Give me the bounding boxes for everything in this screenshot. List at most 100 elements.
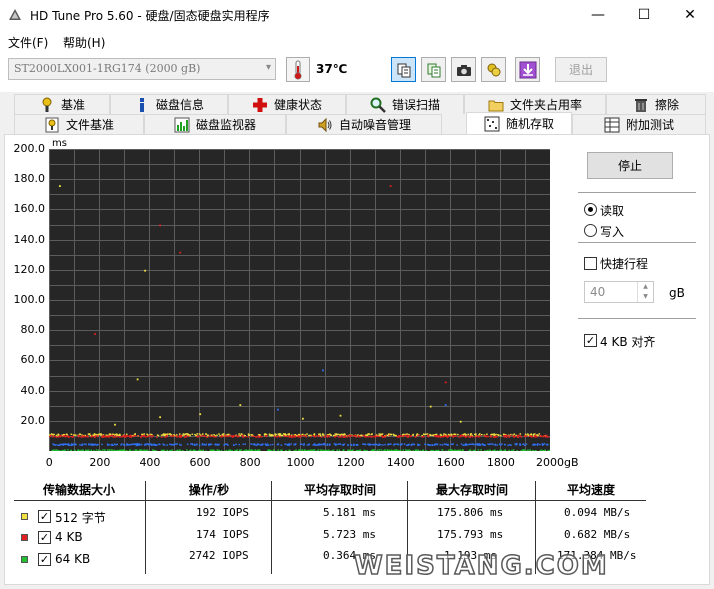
menu-help[interactable]: 帮助(H) xyxy=(63,34,105,51)
data-point xyxy=(258,449,261,451)
data-point xyxy=(472,449,475,451)
data-point xyxy=(240,449,242,451)
data-point xyxy=(301,443,303,445)
screenshot-button[interactable] xyxy=(451,57,476,82)
tab-file-benchmark[interactable]: 文件基准 xyxy=(14,114,144,134)
data-point xyxy=(490,435,492,438)
data-point xyxy=(407,435,410,438)
copy-text-button[interactable] xyxy=(421,57,446,82)
data-point xyxy=(176,434,178,436)
data-point xyxy=(78,435,80,437)
monitor-chart-icon xyxy=(174,117,190,132)
data-point xyxy=(234,449,236,451)
options-button[interactable] xyxy=(481,57,506,82)
data-point xyxy=(162,434,164,436)
data-point xyxy=(272,449,275,451)
data-point xyxy=(547,436,549,438)
tab-label: 自动噪音管理 xyxy=(338,118,411,132)
data-point xyxy=(347,444,349,446)
tab-acoustic-management[interactable]: 自动噪音管理 xyxy=(286,114,442,134)
align-4kb-checkbox[interactable]: ✓ xyxy=(584,334,597,347)
data-point xyxy=(150,443,153,445)
tab-folder-usage[interactable]: 文件夹占用率 xyxy=(464,94,606,114)
health-cross-icon xyxy=(252,97,267,112)
data-point xyxy=(334,444,337,446)
maximize-button[interactable]: ☐ xyxy=(621,0,667,30)
data-point xyxy=(421,434,423,437)
data-point xyxy=(271,443,274,446)
data-point xyxy=(213,436,215,438)
tab-disk-info[interactable]: 磁盘信息 xyxy=(110,94,228,114)
download-button[interactable] xyxy=(515,57,540,82)
data-point xyxy=(507,444,509,446)
data-point xyxy=(410,444,413,446)
data-point xyxy=(462,444,465,446)
data-point xyxy=(332,434,335,437)
data-point xyxy=(144,436,147,438)
data-point xyxy=(203,435,206,437)
data-point xyxy=(81,443,84,445)
data-point xyxy=(297,434,300,436)
data-point xyxy=(121,443,123,445)
drive-select[interactable]: ST2000LX001-1RG174 (2000 gB) ▾ xyxy=(8,58,276,80)
short-stroke-checkbox[interactable] xyxy=(584,257,597,270)
data-point xyxy=(313,449,315,451)
spin-arrows-icon[interactable]: ▲ ▼ xyxy=(637,282,653,302)
data-point xyxy=(66,435,68,437)
data-point xyxy=(285,443,287,446)
temperature-button[interactable] xyxy=(286,57,310,82)
tab-benchmark[interactable]: 基准 xyxy=(14,94,110,114)
exit-button[interactable]: 退出 xyxy=(555,57,607,82)
data-point xyxy=(132,435,134,438)
data-point xyxy=(496,436,499,438)
data-point xyxy=(329,450,332,451)
data-point xyxy=(441,444,444,446)
menu-file[interactable]: 文件(F) xyxy=(8,34,48,51)
data-point xyxy=(267,449,270,451)
data-point xyxy=(198,444,201,446)
data-point xyxy=(425,450,427,451)
minimize-button[interactable]: — xyxy=(575,0,621,30)
tab-extra-tests[interactable]: 附加测试 xyxy=(572,114,706,134)
row-checkbox-4kb[interactable]: ✓ xyxy=(38,531,51,544)
read-radio[interactable] xyxy=(584,203,597,216)
data-point xyxy=(397,450,399,451)
data-point xyxy=(417,444,419,446)
data-point xyxy=(542,443,545,446)
read-label: 读取 xyxy=(600,204,625,218)
y-tick-label: 20.0 xyxy=(20,413,46,427)
data-point xyxy=(166,449,169,451)
data-point xyxy=(251,435,253,437)
data-point xyxy=(511,449,513,451)
data-point xyxy=(362,434,365,437)
tab-error-scan[interactable]: 错误扫描 xyxy=(346,94,464,114)
data-point xyxy=(243,449,246,451)
data-point xyxy=(239,449,241,451)
tab-erase[interactable]: 擦除 xyxy=(606,94,706,114)
data-point xyxy=(395,449,397,451)
data-point xyxy=(264,433,266,435)
data-point xyxy=(516,443,518,445)
data-point xyxy=(172,435,174,438)
stop-button[interactable]: 停止 xyxy=(587,152,673,179)
data-point xyxy=(372,435,374,438)
short-stroke-input[interactable]: 40 ▲ ▼ xyxy=(584,281,654,303)
data-point xyxy=(539,450,541,451)
row-checkbox-64kb[interactable]: ✓ xyxy=(38,553,51,566)
write-radio[interactable] xyxy=(584,224,597,237)
tab-disk-monitor[interactable]: 磁盘监视器 xyxy=(144,114,286,134)
tab-random-access[interactable]: 随机存取 xyxy=(466,112,572,134)
data-point xyxy=(158,443,160,445)
data-point xyxy=(80,436,83,438)
row-checkbox-512b[interactable]: ✓ xyxy=(38,510,51,523)
extra-tests-icon xyxy=(604,117,620,132)
close-button[interactable]: ✕ xyxy=(667,0,713,30)
tab-health[interactable]: 健康状态 xyxy=(228,94,346,114)
copy-info-button[interactable] xyxy=(391,57,416,82)
data-point xyxy=(291,434,294,437)
table-column-divider xyxy=(271,481,272,574)
data-point xyxy=(139,449,141,451)
data-point xyxy=(125,450,128,451)
data-point xyxy=(480,449,482,451)
data-point xyxy=(313,433,316,435)
